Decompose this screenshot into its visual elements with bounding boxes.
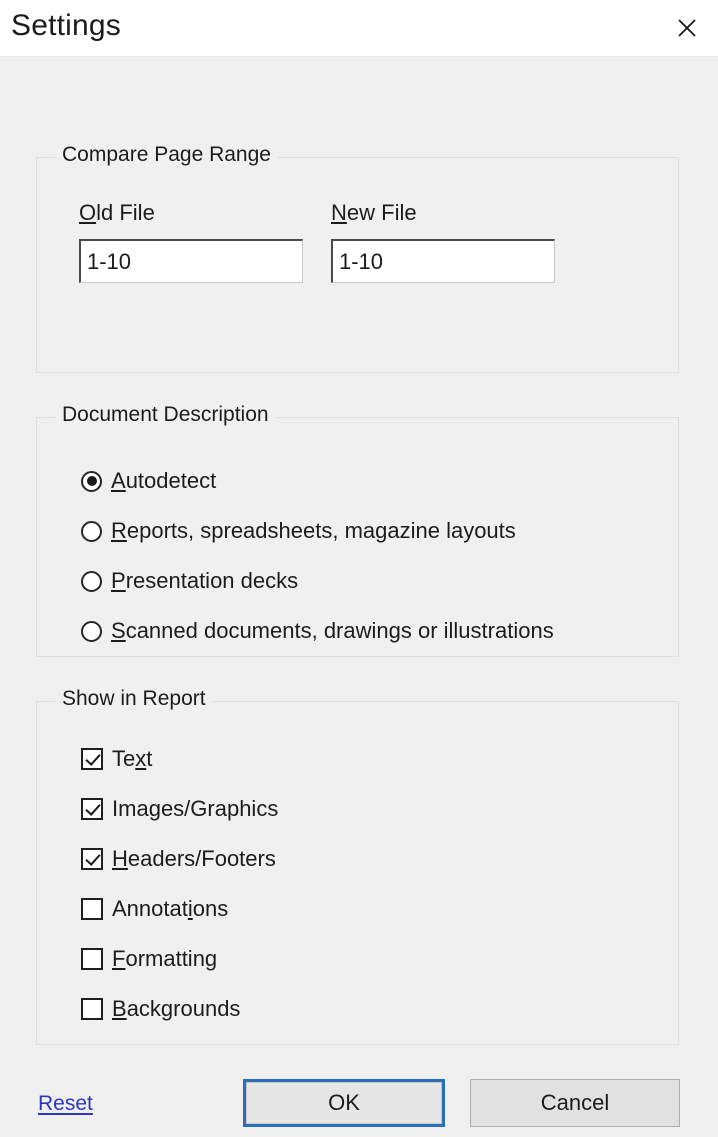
- group-show-in-report: Show in Report Text Images/Graphics Head…: [36, 687, 679, 1045]
- show-in-report-checkbox-group: Text Images/Graphics Headers/Footers Ann…: [81, 734, 278, 1034]
- old-file-field-group: Old File: [79, 200, 303, 283]
- group-document-description: Document Description Autodetect Reports,…: [36, 403, 679, 657]
- checkbox-label-post: ackgrounds: [126, 996, 241, 1021]
- close-icon: [674, 15, 700, 41]
- checkbox-label-pre: Te: [112, 746, 136, 771]
- checkbox-label-accel: g: [148, 796, 161, 821]
- checkbox-label-pre: Annotat: [112, 896, 188, 921]
- radio-label-accel: A: [111, 468, 126, 493]
- radio-option-autodetect[interactable]: Autodetect: [81, 456, 554, 506]
- checkbox-label: Text: [112, 748, 152, 770]
- checkbox-label: Annotations: [112, 898, 228, 920]
- radio-label-rest: utodetect: [125, 468, 217, 493]
- checkbox-icon: [81, 848, 103, 870]
- checkbox-row-text[interactable]: Text: [81, 734, 278, 784]
- radio-label: Scanned documents, drawings or illustrat…: [111, 620, 554, 642]
- window-title: Settings: [11, 9, 121, 42]
- radio-label-rest: canned documents, drawings or illustrati…: [125, 618, 554, 643]
- group-legend-show-in-report: Show in Report: [55, 687, 213, 711]
- checkbox-row-images-graphics[interactable]: Images/Graphics: [81, 784, 278, 834]
- checkbox-label: Headers/Footers: [112, 848, 276, 870]
- checkbox-label: Formatting: [112, 948, 217, 970]
- checkbox-label-pre: Ima: [112, 796, 149, 821]
- group-legend-document-description: Document Description: [55, 403, 276, 427]
- checkbox-label: Backgrounds: [112, 998, 240, 1020]
- checkbox-label-accel: H: [112, 846, 128, 871]
- group-compare-page-range: Compare Page Range Old File New File: [36, 143, 679, 373]
- old-file-label-rest: ld File: [96, 200, 155, 225]
- checkbox-label-accel: F: [112, 946, 126, 971]
- radio-label-rest: resentation decks: [125, 568, 299, 593]
- radio-icon: [81, 470, 102, 492]
- radio-label-accel: P: [111, 568, 126, 593]
- radio-label: Autodetect: [111, 470, 216, 492]
- checkbox-label: Images/Graphics: [112, 798, 278, 820]
- checkbox-icon: [81, 748, 103, 770]
- close-button[interactable]: [664, 0, 710, 56]
- radio-option-scanned-documents[interactable]: Scanned documents, drawings or illustrat…: [81, 606, 554, 656]
- checkbox-label-accel: B: [112, 996, 127, 1021]
- new-file-label: New File: [331, 200, 555, 226]
- radio-option-reports[interactable]: Reports, spreadsheets, magazine layouts: [81, 506, 554, 556]
- document-description-radio-group: Autodetect Reports, spreadsheets, magazi…: [81, 456, 554, 656]
- checkbox-label-post: ons: [192, 896, 229, 921]
- old-file-label-accel: O: [79, 200, 97, 225]
- checkbox-row-backgrounds[interactable]: Backgrounds: [81, 984, 278, 1034]
- checkbox-label-accel: x: [135, 746, 147, 771]
- title-bar: Settings: [0, 0, 718, 57]
- radio-label-accel: S: [111, 618, 126, 643]
- new-file-label-accel: N: [331, 200, 347, 225]
- checkbox-row-headers-footers[interactable]: Headers/Footers: [81, 834, 278, 884]
- checkbox-row-formatting[interactable]: Formatting: [81, 934, 278, 984]
- checkbox-label-post: t: [146, 746, 153, 771]
- group-legend-page-range: Compare Page Range: [55, 143, 278, 167]
- checkbox-icon: [81, 798, 103, 820]
- reset-link[interactable]: Reset: [38, 1092, 93, 1116]
- dialog-footer: Reset OK Cancel: [0, 1065, 718, 1137]
- checkbox-icon: [81, 948, 103, 970]
- checkbox-icon: [81, 998, 103, 1020]
- radio-label: Reports, spreadsheets, magazine layouts: [111, 520, 516, 542]
- checkbox-label-post: eaders/Footers: [127, 846, 276, 871]
- checkbox-icon: [81, 898, 103, 920]
- cancel-button[interactable]: Cancel: [470, 1079, 680, 1127]
- new-file-page-range-input[interactable]: [331, 239, 555, 283]
- radio-label-rest: eports, spreadsheets, magazine layouts: [126, 518, 516, 543]
- old-file-page-range-input[interactable]: [79, 239, 303, 283]
- new-file-field-group: New File: [331, 200, 555, 283]
- new-file-label-rest: ew File: [346, 200, 417, 225]
- radio-icon: [81, 620, 102, 642]
- radio-icon: [81, 570, 102, 592]
- checkbox-label-post: ormatting: [125, 946, 218, 971]
- radio-label-accel: R: [111, 518, 127, 543]
- ok-button[interactable]: OK: [243, 1079, 445, 1127]
- old-file-label: Old File: [79, 200, 303, 226]
- checkbox-label-post: es/Graphics: [160, 796, 279, 821]
- radio-icon: [81, 520, 102, 542]
- radio-option-presentation-decks[interactable]: Presentation decks: [81, 556, 554, 606]
- dialog-body: Compare Page Range Old File New File Doc…: [0, 57, 718, 1127]
- radio-label: Presentation decks: [111, 570, 298, 592]
- checkbox-row-annotations[interactable]: Annotations: [81, 884, 278, 934]
